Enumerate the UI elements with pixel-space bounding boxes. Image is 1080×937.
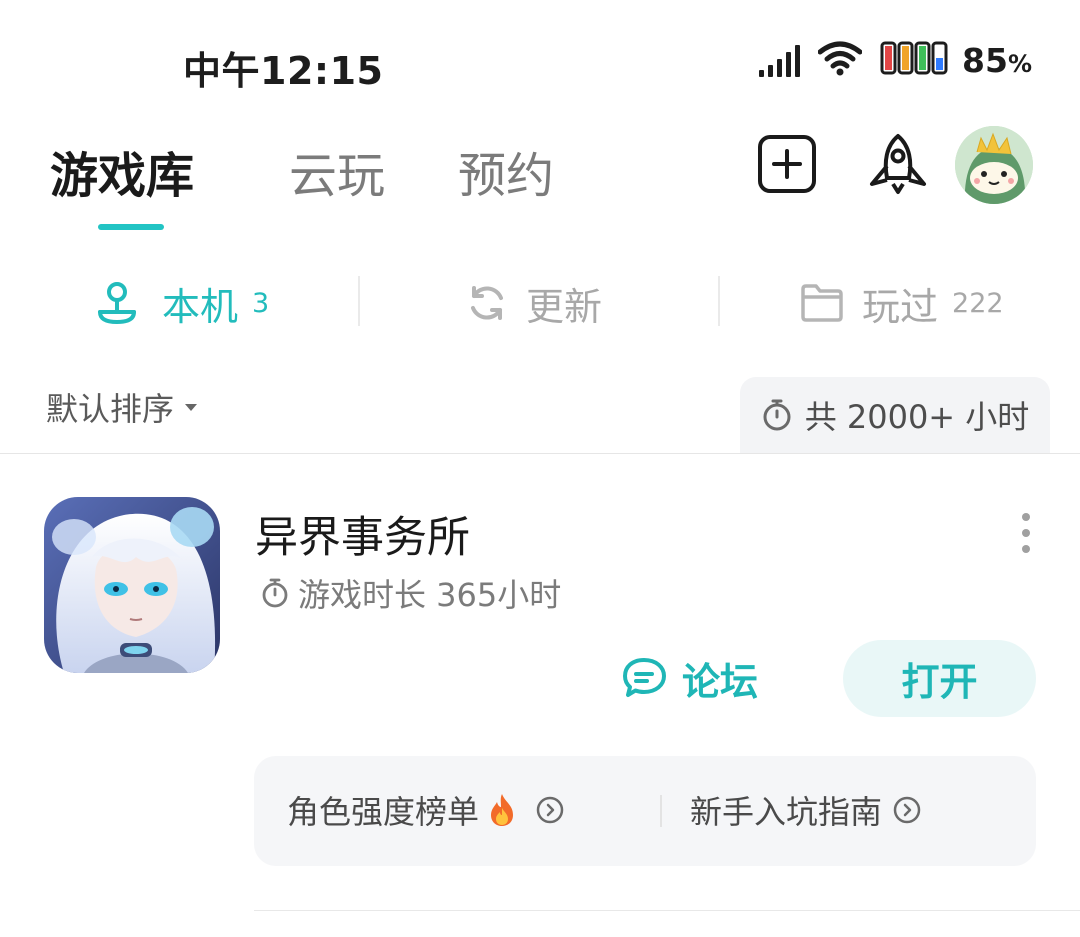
caret-down-icon [185,404,198,411]
sort-dropdown[interactable]: 默认排序 [46,384,200,430]
tab-cloud-play[interactable]: 云玩 [289,136,385,206]
game-icon[interactable] [44,497,220,673]
card-divider [254,910,1080,911]
chevron-right-circle-icon [536,796,564,824]
guide-label: 角色强度榜单 [287,793,480,831]
game-playtime-text: 游戏时长 365小时 [298,576,562,614]
subtab-update-label: 更新 [526,284,603,329]
guide-divider [660,795,662,827]
tab-reservation[interactable]: 预约 [458,136,554,206]
total-playtime-text: 共 2000+ 小时 [804,398,1030,436]
add-icon [758,135,816,193]
total-playtime-badge: 共 2000+ 小时 [740,377,1050,453]
subtab-divider [718,276,720,326]
section-divider [0,453,1080,454]
guide-link-beginner[interactable]: 新手入坑指南 [690,787,922,833]
game-title[interactable]: 异界事务所 [255,503,470,565]
speedup-button[interactable] [865,132,931,198]
status-time: 中午12:15 [183,49,384,93]
joystick-icon [98,282,136,325]
tab-game-library[interactable]: 游戏库 [50,136,194,206]
rocket-icon [870,134,926,194]
more-options-button[interactable] [1015,513,1037,553]
subtab-divider [358,276,360,326]
subtab-update[interactable]: 更新 [466,278,603,329]
sort-label: 默认排序 [46,390,175,428]
more-icon [1022,513,1030,521]
battery-percent: 85% [962,40,1032,80]
battery-icon [880,40,950,80]
add-button[interactable] [757,134,817,194]
chevron-right-circle-icon [893,796,921,824]
stopwatch-icon [763,399,791,431]
active-tab-indicator [98,224,164,230]
subtab-played-label: 玩过 [862,284,939,329]
status-icons: 85% [759,40,1032,80]
forum-label: 论坛 [682,659,759,704]
folder-icon [801,284,843,322]
chat-bubble-icon [623,658,666,697]
game-playtime: 游戏时长 365小时 [260,570,561,616]
refresh-icon [471,286,503,320]
guide-label: 新手入坑指南 [690,793,883,831]
open-game-button[interactable]: 打开 [843,640,1036,717]
signal-icon [759,43,801,77]
stopwatch-icon [262,578,288,608]
wifi-icon [817,40,863,80]
guide-link-tier-list[interactable]: 角色强度榜单 [287,787,565,833]
subtab-local-count: 3 [252,287,270,319]
subtab-local[interactable]: 本机 3 [94,278,270,329]
subtab-played[interactable]: 玩过 222 [800,278,1004,329]
fire-icon [491,794,514,826]
avatar[interactable] [955,126,1033,204]
forum-button[interactable]: 论坛 [622,650,758,706]
subtab-played-count: 222 [952,287,1004,319]
subtab-local-label: 本机 [162,284,239,329]
